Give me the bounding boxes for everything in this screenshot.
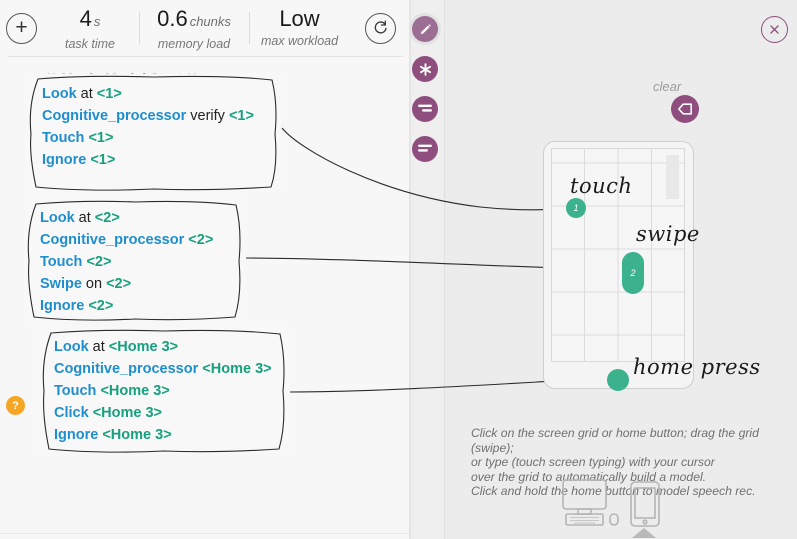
rule-box-2[interactable]: Look at <2> Cognitive_processor <2> Touc… xyxy=(24,198,246,322)
rule-line: Cognitive_processor <Home 3> xyxy=(54,361,272,377)
marker-3[interactable] xyxy=(607,369,629,391)
metric-value: 4 xyxy=(79,6,92,31)
clear-button[interactable] xyxy=(671,95,699,123)
rule-line: Touch <2> xyxy=(40,254,112,270)
panel-divider xyxy=(409,0,411,539)
rule-line: Look at <2> xyxy=(40,210,120,226)
metric-value: Low xyxy=(279,6,320,31)
panel-bottom-divider xyxy=(0,533,411,534)
marker-label: 1 xyxy=(573,203,579,213)
rule-line: Ignore <1> xyxy=(42,152,116,168)
plus-icon: + xyxy=(15,16,28,39)
metric-label: max workload xyxy=(260,34,339,48)
app-root: + 4s task time 0.6 chunks memory load Low… xyxy=(0,0,797,539)
rule-line: Ignore <Home 3> xyxy=(54,427,172,443)
rule-line: Cognitive_processor <2> xyxy=(40,232,214,248)
desktop-icon xyxy=(562,479,619,526)
add-button[interactable]: + xyxy=(6,13,37,44)
asterisk-tool-button[interactable] xyxy=(412,56,438,82)
align-left-icon xyxy=(418,144,432,152)
rule-box-1[interactable]: Look at <1> Cognitive_processor verify <… xyxy=(26,74,282,192)
rule-lines: Look at <Home 3> Cognitive_processor <Ho… xyxy=(38,327,290,454)
marker-2[interactable]: 2 xyxy=(622,252,644,294)
help-icon: ? xyxy=(12,399,19,412)
metric-separator xyxy=(249,12,250,44)
smartphone-icon xyxy=(630,481,660,527)
pencil-tool-button[interactable] xyxy=(412,16,438,42)
metric-label: memory load xyxy=(157,37,231,51)
close-button[interactable] xyxy=(761,16,788,43)
pencil-icon xyxy=(420,23,431,34)
rule-line: Look at <Home 3> xyxy=(54,339,179,355)
marker-label: 2 xyxy=(630,268,636,278)
refresh-button[interactable] xyxy=(365,13,396,44)
metric-unit: s xyxy=(93,14,101,29)
metrics-toolbar: + 4s task time 0.6 chunks memory load Low… xyxy=(0,0,411,57)
metric-label: task time xyxy=(64,37,115,51)
rule-line: Touch <1> xyxy=(42,130,114,146)
annotation-swipe: swipe xyxy=(636,222,700,246)
panel-expand-arrow[interactable] xyxy=(632,528,656,538)
rule-line: Ignore <2> xyxy=(40,298,114,314)
keyboard-keys xyxy=(570,517,599,524)
align-right-tool-button[interactable] xyxy=(412,96,438,122)
toolbar-divider xyxy=(8,56,403,57)
metric-max-workload: Low max workload xyxy=(253,6,346,49)
device-selector xyxy=(562,479,660,527)
rule-line: Click <Home 3> xyxy=(54,405,163,421)
metric-value: 0.6 xyxy=(157,6,188,31)
screen-scrollbar-thumb[interactable] xyxy=(666,155,679,199)
asterisk-icon xyxy=(419,62,431,76)
instruction-line: or type (touch screen typing) with your … xyxy=(471,455,715,470)
rule-line: Look at <1> xyxy=(42,86,122,102)
metric-memory-load: 0.6 chunks memory load xyxy=(140,6,248,52)
refresh-icon xyxy=(374,20,387,34)
rule-box-3[interactable]: Look at <Home 3> Cognitive_processor <Ho… xyxy=(38,327,290,454)
rule-line: Touch <Home 3> xyxy=(54,383,170,399)
rule-line: Cognitive_processor verify <1> xyxy=(42,108,254,124)
help-button[interactable]: ? xyxy=(6,396,25,415)
metric-unit: chunks xyxy=(189,14,231,29)
instruction-line: Click on the screen grid or home button;… xyxy=(471,426,759,455)
rule-lines: Look at <1> Cognitive_processor verify <… xyxy=(26,74,282,179)
clear-label: clear xyxy=(653,79,682,94)
metric-task-time: 4s task time xyxy=(48,6,132,52)
align-right-icon xyxy=(418,104,432,112)
annotation-home-press: home press xyxy=(633,355,761,379)
marker-1[interactable]: 1 xyxy=(566,198,586,218)
annotation-touch: touch xyxy=(570,174,633,198)
tool-rail-edge xyxy=(444,0,445,539)
close-icon xyxy=(770,25,779,34)
model-panel: + 4s task time 0.6 chunks memory load Low… xyxy=(0,0,411,539)
rule-line: Swipe on <2> xyxy=(40,276,132,292)
backspace-icon xyxy=(677,103,692,115)
align-left-tool-button[interactable] xyxy=(412,136,438,162)
rule-lines: Look at <2> Cognitive_processor <2> Touc… xyxy=(24,198,246,325)
